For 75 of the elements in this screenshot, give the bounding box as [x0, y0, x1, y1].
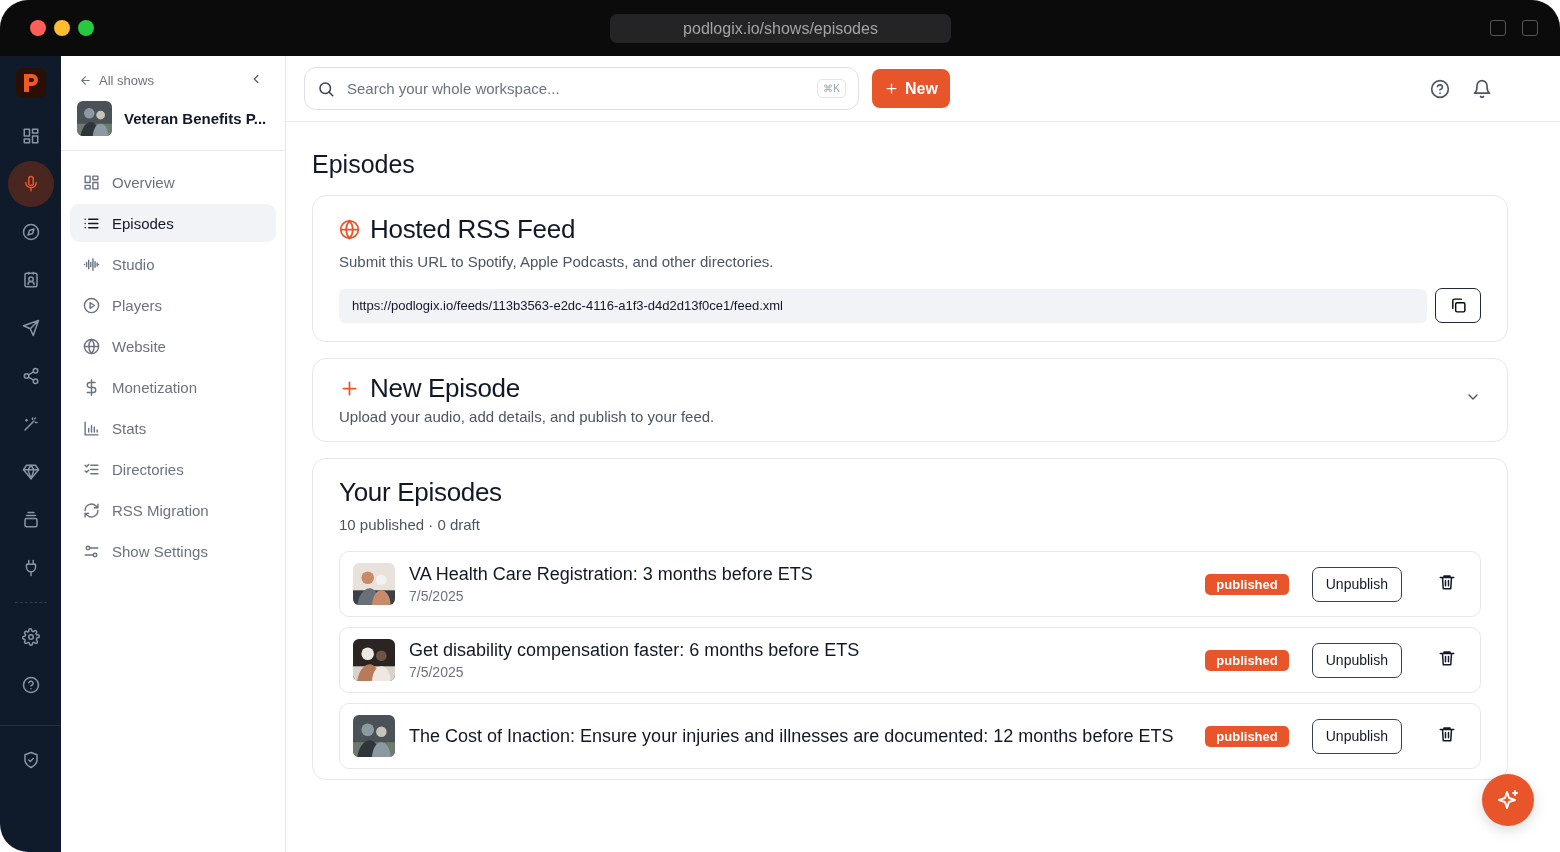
send-icon	[21, 319, 40, 337]
delete-icon[interactable]	[1438, 649, 1456, 667]
new-episode-card[interactable]: New Episode Upload your audio, add details, and publish to your feed.	[312, 358, 1508, 442]
delete-icon[interactable]	[1438, 573, 1456, 591]
sparkle-icon	[1496, 788, 1520, 812]
sidebar-item[interactable]: Show Settings	[70, 532, 276, 570]
episode-row[interactable]: Get disability compensation faster: 6 months before ETS 7/5/2025 published Unpublish	[339, 627, 1481, 693]
delete-icon[interactable]	[1438, 725, 1456, 743]
episode-title: VA Health Care Registration: 3 months before ETS	[409, 564, 813, 585]
unpublish-button[interactable]: Unpublish	[1311, 718, 1402, 754]
card-title: New Episode	[370, 373, 520, 404]
grid-icon	[83, 173, 100, 191]
refresh-icon	[83, 501, 100, 519]
waveform-icon	[83, 255, 100, 273]
bar-chart-icon	[83, 419, 100, 437]
magic-wand-icon	[21, 415, 40, 433]
episode-row[interactable]: VA Health Care Registration: 3 months before ETS 7/5/2025 published Unpublish	[339, 551, 1481, 617]
card-description: Upload your audio, add details, and publish to your feed.	[339, 408, 715, 425]
play-icon	[83, 296, 100, 314]
card-title: Hosted RSS Feed	[370, 214, 576, 245]
copy-button[interactable]	[1435, 288, 1481, 323]
plus-icon	[884, 81, 899, 96]
minimize-window-button[interactable]	[54, 20, 70, 36]
compass-icon	[21, 223, 40, 241]
grid-icon	[21, 127, 40, 145]
help-icon	[21, 676, 40, 694]
maximize-window-button[interactable]	[78, 20, 94, 36]
shield-icon	[21, 751, 40, 769]
globe-icon	[83, 337, 100, 355]
sidebar-item[interactable]: Directories	[70, 450, 276, 488]
ai-assistant-button[interactable]	[1482, 774, 1534, 826]
sidebar-item[interactable]: Episodes	[70, 204, 276, 242]
sidebar-item[interactable]: RSS Migration	[70, 491, 276, 529]
notification-bell-icon[interactable]	[1472, 78, 1492, 99]
microphone-nav-button[interactable]	[7, 161, 54, 207]
copy-icon	[1449, 297, 1467, 314]
unpublish-button[interactable]: Unpublish	[1311, 642, 1402, 678]
sidebar-item[interactable]: Website	[70, 327, 276, 365]
globe-icon	[339, 219, 360, 240]
stack-icon	[21, 511, 40, 529]
close-window-button[interactable]	[30, 20, 46, 36]
unpublish-button[interactable]: Unpublish	[1311, 566, 1402, 602]
card-description: Submit this URL to Spotify, Apple Podcasts, and other directories.	[339, 253, 775, 270]
episode-date: 7/5/2025	[409, 664, 465, 680]
episode-row[interactable]: The Cost of Inaction: Ensure your injuries and illnesses are documented: 12 months before ETS published Unpublish	[339, 703, 1481, 769]
diamond-icon	[21, 463, 40, 481]
back-link[interactable]: All shows	[79, 72, 154, 88]
feed-url-field[interactable]: https://podlogix.io/feeds/113b3563-e2dc-4116-a1f3-d4d2d13f0ce1/feed.xml	[339, 288, 1427, 323]
search-field[interactable]: Search your whole workspace... ⌘K	[304, 67, 859, 110]
contact-icon	[21, 271, 40, 289]
show-title: Veteran Benefits P...	[124, 110, 267, 127]
window-icon[interactable]	[1522, 20, 1538, 36]
sidebar-item[interactable]: Stats	[70, 409, 276, 447]
episode-summary: 10 published · 0 draft	[339, 516, 481, 533]
search-icon	[317, 79, 335, 98]
status-badge: published	[1205, 573, 1289, 595]
sidebar-item[interactable]: Players	[70, 286, 276, 324]
status-badge: published	[1205, 725, 1289, 747]
status-badge: published	[1205, 649, 1289, 671]
arrow-left-icon	[79, 73, 92, 87]
sidebar-item[interactable]: Overview	[70, 163, 276, 201]
shortcut-hint: ⌘K	[817, 79, 846, 98]
card-title: Your Episodes	[339, 477, 503, 508]
sidebar-item[interactable]: Studio	[70, 245, 276, 283]
page-title: Episodes	[312, 150, 416, 179]
settings-icon	[21, 628, 40, 646]
address-bar[interactable]: podlogix.io/shows/episodes	[610, 14, 951, 43]
episode-title: The Cost of Inaction: Ensure your injuries and illnesses are documented: 12 months before ETS	[409, 725, 1174, 747]
new-button[interactable]: New	[872, 69, 950, 108]
share-icon	[21, 367, 40, 385]
window-icon[interactable]	[1490, 20, 1506, 36]
sidebar-item[interactable]: Monetization	[70, 368, 276, 406]
episode-title: Get disability compensation faster: 6 months before ETS	[409, 640, 860, 661]
episode-date: 7/5/2025	[409, 588, 465, 604]
help-icon[interactable]	[1430, 78, 1450, 99]
